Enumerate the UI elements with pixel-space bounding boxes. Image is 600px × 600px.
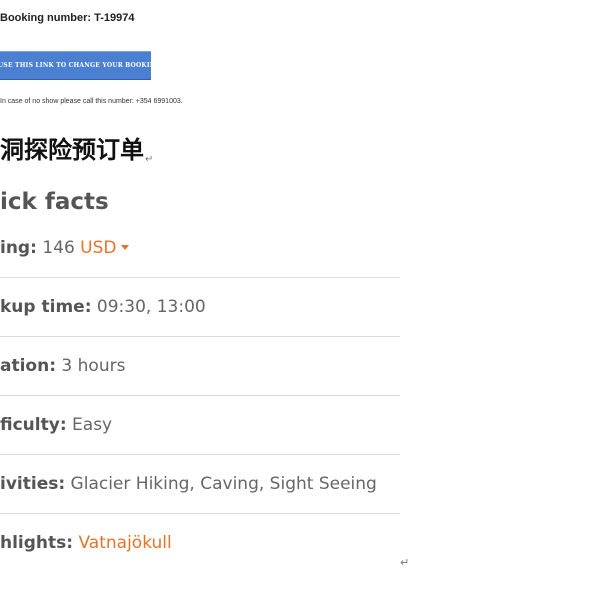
- highlights-link[interactable]: Vatnajökull: [78, 533, 171, 553]
- pickup-label: kup time:: [0, 297, 92, 317]
- fact-row-pickup: kup time: 09:30, 13:00: [0, 278, 400, 337]
- duration-label: ation:: [0, 356, 57, 376]
- fact-row-duration: ation: 3 hours: [0, 337, 400, 396]
- currency-label: USD: [80, 238, 117, 258]
- change-booking-button[interactable]: USE THIS LINK TO CHANGE YOUR BOOKING: [0, 51, 151, 80]
- page-title-text: 洞探险预订单: [0, 135, 144, 164]
- paragraph-mark-icon: ↵: [145, 154, 154, 165]
- pickup-value: 09:30, 13:00: [96, 297, 206, 317]
- pricing-label: ing:: [0, 238, 37, 258]
- activities-label: ivities:: [0, 474, 66, 494]
- duration-value: 3 hours: [61, 356, 126, 376]
- booking-number: Booking number: T-19974: [0, 12, 135, 24]
- fact-row-difficulty: ficulty: Easy: [0, 396, 400, 455]
- difficulty-label: ficulty:: [0, 415, 67, 435]
- no-show-note: In case of no show please call this numb…: [0, 98, 183, 105]
- activities-value: Glacier Hiking, Caving, Sight Seeing: [70, 474, 377, 494]
- fact-row-highlights: hlights: Vatnajökull: [0, 514, 400, 572]
- quick-facts-heading: ick facts: [0, 189, 109, 215]
- highlights-label: hlights:: [0, 533, 74, 553]
- fact-row-activities: ivities: Glacier Hiking, Caving, Sight S…: [0, 455, 400, 514]
- difficulty-value: Easy: [72, 415, 113, 435]
- facts-list: ing: 146 USD kup time: 09:30, 13:00 atio…: [0, 219, 400, 572]
- caret-down-icon: [120, 245, 129, 250]
- pricing-value: 146: [42, 238, 75, 258]
- end-paragraph-mark-icon: ↵: [400, 556, 410, 569]
- fact-row-pricing: ing: 146 USD: [0, 219, 400, 278]
- page-title: 洞探险预订单↵: [0, 133, 153, 177]
- currency-selector[interactable]: USD: [80, 238, 129, 258]
